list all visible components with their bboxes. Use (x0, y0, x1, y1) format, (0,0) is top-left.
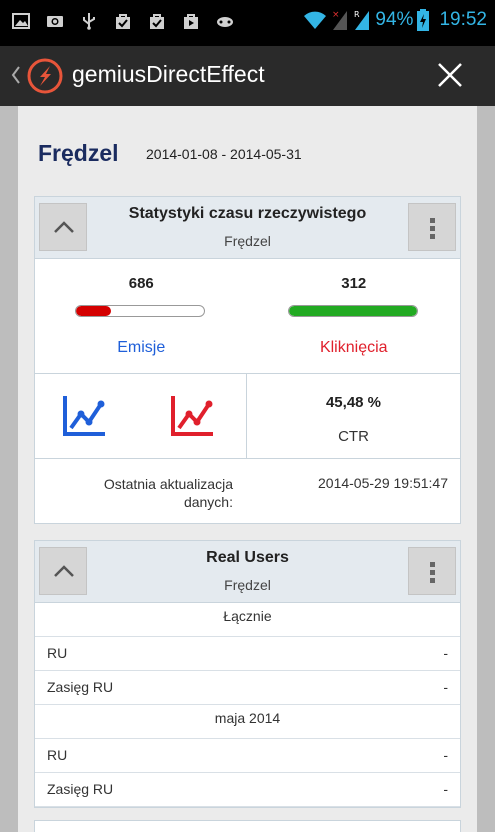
clicks-bar-fill (288, 306, 417, 316)
real-users-card: Real Users Frędzel Łącznie RU - Zasięg R… (34, 540, 461, 808)
wifi-icon (304, 11, 327, 29)
emissions-value: 686 (128, 275, 154, 292)
clicks-bar (287, 305, 418, 317)
app-title: gemiusDirectEffect (72, 61, 265, 87)
clicks-value: 312 (341, 275, 367, 292)
clicks-label: Kliknięcia (319, 339, 388, 356)
row-key: RU (47, 645, 68, 661)
emissions-stat[interactable]: 686 Emisje (35, 259, 248, 373)
camera-icon (47, 16, 63, 27)
emissions-bar-fill (76, 306, 111, 316)
battery-charging-icon (417, 9, 430, 31)
app-logo-icon[interactable] (26, 57, 64, 95)
charts-row: 45,48 % CTR (35, 374, 460, 459)
table-row: RU - (35, 739, 460, 773)
play-store-icon (184, 14, 198, 29)
svg-text:×: × (332, 10, 340, 20)
clock: 19:52 (439, 9, 487, 30)
ctr-label: CTR (338, 428, 369, 445)
gamepad-icon (217, 17, 233, 27)
row-value: - (443, 645, 448, 661)
card-subtitle: Frędzel (224, 577, 271, 593)
card-title: Statystyki czasu rzeczywistego (128, 205, 367, 222)
row-key: Zasięg RU (47, 679, 114, 695)
content-area: Frędzel 2014-01-08 - 2014-05-31 Statysty… (18, 106, 477, 832)
card-menu-button[interactable] (408, 203, 456, 251)
bag-check-icon (150, 14, 164, 29)
card-header: Real Users Frędzel (35, 541, 460, 603)
next-card-edge (34, 820, 461, 832)
realtime-stats-card: Statystyki czasu rzeczywistego Frędzel 6… (34, 196, 461, 524)
date-range: 2014-01-08 - 2014-05-31 (146, 146, 302, 162)
last-update-row: Ostatnia aktualizacja danych: 2014-05-29… (35, 459, 460, 523)
emissions-bar (75, 305, 205, 317)
status-bar: × R 94% 19:52 (0, 0, 495, 46)
last-update-label: Ostatnia aktualizacja danych: (103, 476, 233, 510)
clicks-chart-icon[interactable] (169, 394, 215, 438)
table-row: Zasięg RU - (35, 773, 460, 807)
page-title: Frędzel (38, 140, 119, 166)
row-value: - (443, 781, 448, 797)
section-header: Łącznie (35, 603, 460, 637)
card-header: Statystyki czasu rzeczywistego Frędzel (35, 197, 460, 259)
ctr-value: 45,48 % (325, 394, 382, 411)
emissions-chart-icon[interactable] (61, 394, 107, 438)
card-subtitle: Frędzel (224, 233, 271, 249)
last-update-value: 2014-05-29 19:51:47 (318, 475, 448, 491)
battery-percent: 94% (375, 9, 414, 30)
table-row: Zasięg RU - (35, 671, 460, 705)
row-value: - (443, 679, 448, 695)
action-bar: gemiusDirectEffect (0, 46, 495, 106)
notification-icons (12, 12, 234, 30)
ctr-stat: 45,48 % CTR (247, 374, 460, 458)
bag-check-icon (116, 14, 130, 29)
system-status: × R 94% 19:52 (303, 9, 487, 31)
svg-text:R: R (354, 10, 360, 19)
usb-icon (83, 13, 95, 30)
image-icon (12, 13, 30, 29)
row-key: RU (47, 747, 68, 763)
card-title: Real Users (206, 549, 289, 566)
chart-links (35, 374, 247, 458)
row-value: - (443, 747, 448, 763)
stats-row: 686 Emisje 312 Kliknięcia (35, 259, 460, 374)
clicks-stat[interactable]: 312 Kliknięcia (248, 259, 461, 373)
table-row: RU - (35, 637, 460, 671)
card-menu-button[interactable] (408, 547, 456, 595)
row-key: Zasięg RU (47, 781, 114, 797)
signal-roaming-icon: R (354, 10, 370, 30)
close-icon[interactable] (437, 62, 463, 88)
emissions-label: Emisje (117, 339, 166, 356)
section-header: maja 2014 (35, 705, 460, 739)
back-caret-icon[interactable] (10, 64, 22, 86)
signal-no-service-icon: × (332, 10, 348, 30)
